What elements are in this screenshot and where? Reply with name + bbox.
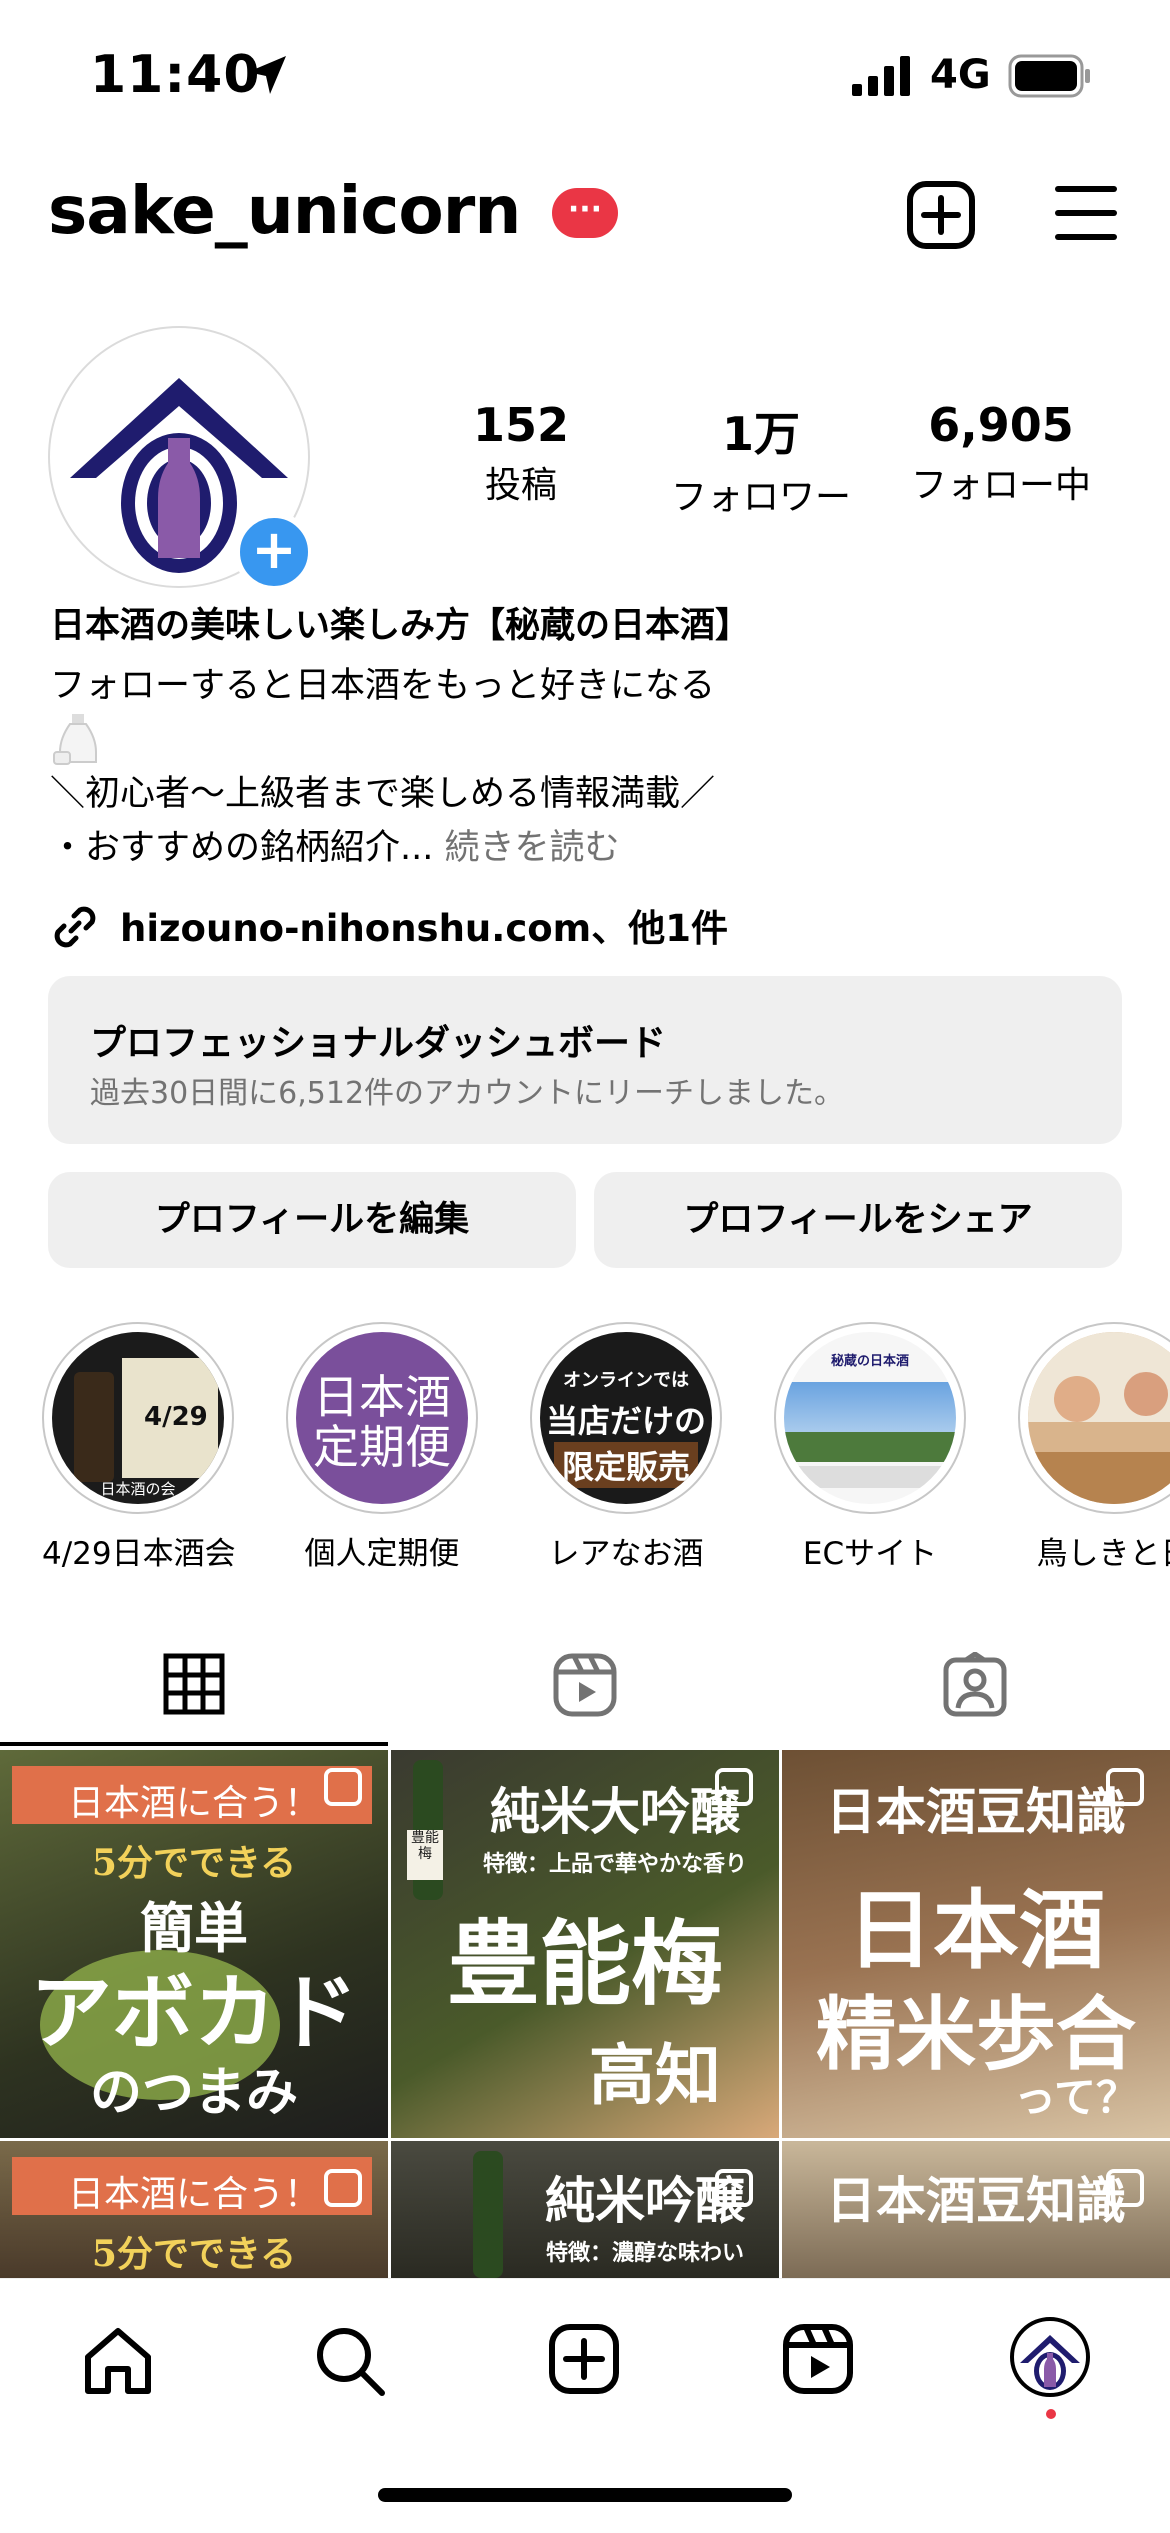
post-thumbnail[interactable]: 日本酒豆知識 — [782, 2141, 1170, 2278]
carousel-icon — [1106, 2169, 1144, 2207]
post-sub: 5分でできる — [91, 1842, 297, 1884]
link-icon — [54, 906, 96, 948]
highlight-text: 日本酒 — [313, 1370, 451, 1424]
carousel-icon — [715, 2169, 753, 2207]
stat-posts-label: 投稿 — [484, 465, 557, 506]
post-line: アボカド — [29, 1965, 358, 2061]
stat-following[interactable]: 6,905 フォロー中 — [886, 398, 1116, 508]
stat-following-label: フォロー中 — [910, 465, 1091, 506]
post-note: 特徴：濃醇な味わい — [545, 2240, 744, 2266]
bio-name: 日本酒の美味しい楽しみ方【秘蔵の日本酒】 — [50, 606, 751, 646]
post-line: 豊能梅 — [446, 1910, 723, 2018]
reels-icon[interactable] — [552, 1652, 618, 1718]
highlight-text: 当店だけの — [545, 1402, 706, 1440]
battery-icon — [1008, 54, 1090, 98]
post-line: 高知 — [589, 2036, 721, 2114]
highlight-label: ECサイト — [802, 1536, 938, 1572]
menu-icon[interactable] — [1055, 186, 1117, 244]
status-time: 11:40 — [90, 45, 261, 105]
reels-nav-icon[interactable] — [782, 2323, 854, 2395]
new-post-icon[interactable] — [548, 2323, 620, 2395]
post-line: って？ — [1014, 2073, 1138, 2122]
highlight-label: 4/29日本酒会 — [42, 1536, 236, 1572]
bio-line: ＼初心者〜上級者まで楽しめる情報満載／ — [50, 774, 716, 814]
stat-posts-value: 152 — [472, 398, 570, 452]
cellular-signal-icon — [852, 56, 910, 96]
highlight-ec-site[interactable]: 秘蔵の日本酒 ECサイト — [774, 1322, 966, 1573]
bio-line: フォローすると日本酒をもっと好きになる — [50, 666, 716, 706]
highlight-text: 定期便 — [313, 1420, 451, 1474]
carousel-icon — [324, 1768, 362, 1806]
highlight-event[interactable]: 4/29 日本酒の会 4/29日本酒会 — [42, 1322, 236, 1573]
post-line: 日本酒 — [847, 1880, 1105, 1981]
post-line: のつまみ — [89, 2062, 298, 2123]
carousel-icon — [1106, 1768, 1144, 1806]
search-icon[interactable] — [312, 2323, 388, 2399]
read-more-link[interactable]: 続きを読む — [445, 828, 620, 868]
home-indicator — [378, 2488, 792, 2502]
post-note: 特徴：上品で華やかな香り — [482, 1851, 747, 1877]
edit-profile-button[interactable]: プロフィールを編集 — [48, 1172, 576, 1268]
dashboard-title: プロフェッショナルダッシュボード — [90, 1023, 667, 1064]
highlight-footer: 日本酒の会 — [100, 1480, 176, 1498]
bio-line: ・おすすめの銘柄紹介... 続きを読む — [50, 822, 620, 874]
network-type: 4G — [930, 52, 991, 98]
post-thumbnail[interactable]: 日本酒豆知識 日本酒 精米歩合 って？ — [782, 1750, 1170, 2138]
active-tab-indicator — [0, 1742, 388, 1746]
highlight-text: 限定販売 — [554, 1442, 698, 1488]
profile-tab-bar — [0, 1628, 1170, 1746]
post-thumbnail[interactable]: 純米吟醸 特徴：濃醇な味わい — [391, 2141, 779, 2278]
stat-followers-label: フォロワー — [670, 477, 851, 518]
carousel-icon — [324, 2169, 362, 2207]
home-icon[interactable] — [80, 2323, 156, 2399]
carousel-icon — [715, 1768, 753, 1806]
create-post-icon[interactable] — [906, 180, 976, 250]
highlight-label: レアなお酒 — [548, 1536, 704, 1572]
post-line: 簡単 — [0, 2267, 388, 2278]
dashboard-subtitle: 過去30日間に6,512件のアカウントにリーチしました。 — [90, 1076, 845, 1111]
post-thumbnail[interactable]: 日本酒に合う！ 5分でできる 簡単 — [0, 2141, 388, 2278]
highlight-restaurant[interactable]: 鳥しきと日 — [1018, 1322, 1170, 1573]
stat-followers-value: 1万 — [721, 407, 800, 461]
highlight-rare-sake[interactable]: オンラインでは 当店だけの 限定販売 レアなお酒 — [530, 1322, 722, 1573]
post-thumbnail[interactable]: 豊能梅 純米大吟醸 特徴：上品で華やかな香り 豊能梅 高知 — [391, 1750, 779, 2138]
highlight-text: 秘蔵の日本酒 — [830, 1354, 909, 1369]
website-link[interactable]: hizouno-nihonshu.com、他1件 — [120, 898, 728, 952]
highlight-date: 4/29 — [144, 1402, 208, 1432]
post-thumbnail[interactable]: 日本酒に合う！ 5分でできる 簡単 アボカド のつまみ — [0, 1750, 388, 2138]
share-profile-button[interactable]: プロフィールをシェア — [594, 1172, 1122, 1268]
location-arrow-icon — [248, 56, 286, 94]
notification-badge[interactable]: ··· — [552, 188, 618, 238]
highlight-text: オンラインでは — [563, 1370, 689, 1391]
bio-truncated: ・おすすめの銘柄紹介... — [50, 828, 434, 868]
professional-dashboard[interactable]: プロフェッショナルダッシュボード 過去30日間に6,512件のアカウントにリーチ… — [48, 976, 1122, 1144]
stat-followers[interactable]: 1万 フォロワー — [646, 398, 876, 520]
stat-posts[interactable]: 152 投稿 — [406, 398, 636, 508]
highlight-subscription[interactable]: 日本酒 定期便 個人定期便 — [286, 1322, 478, 1573]
add-story-button[interactable]: + — [234, 512, 314, 592]
profile-username[interactable]: sake_unicorn — [48, 172, 521, 249]
notification-dot — [1046, 2409, 1056, 2419]
stat-following-value: 6,905 — [928, 398, 1074, 452]
highlight-label: 個人定期便 — [304, 1536, 460, 1572]
highlight-label: 鳥しきと日 — [1036, 1536, 1170, 1572]
sake-bottle-icon — [53, 714, 97, 765]
grid-icon[interactable] — [162, 1652, 226, 1716]
tagged-icon[interactable] — [942, 1652, 1008, 1718]
bottle-label: 豊能梅 — [407, 1830, 443, 1880]
profile-nav-avatar[interactable] — [1010, 2317, 1090, 2397]
